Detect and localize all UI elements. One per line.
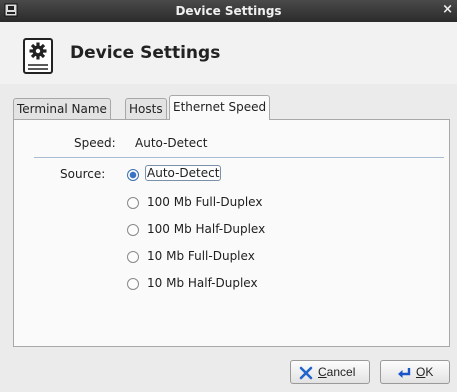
radio-unselected-icon[interactable] [127,251,139,263]
window-titlebar: Device Settings × [0,0,457,22]
radio-label[interactable]: 10 Mb Full-Duplex [145,248,257,264]
tab-ethernet-speed[interactable]: Ethernet Speed [169,95,271,120]
ethernet-speed-panel: Speed: Auto-Detect Source: Auto-Detect 1… [13,119,450,347]
speed-label: Speed: [74,136,116,150]
radio-unselected-icon[interactable] [127,224,139,236]
dialog-header: Device Settings [0,22,457,84]
window-title: Device Settings [175,4,282,18]
radio-label[interactable]: Auto-Detect [145,165,222,181]
tab-hosts[interactable]: Hosts [125,98,167,119]
radio-label[interactable]: 100 Mb Half-Duplex [145,221,267,237]
cancel-label-rest: ancel [326,365,356,379]
ok-label: OK [416,365,433,379]
ok-button[interactable]: OK [380,360,450,384]
radio-selected-icon[interactable] [127,169,139,181]
ok-mnemonic: O [416,365,426,379]
close-icon[interactable]: × [442,2,453,17]
speed-value: Auto-Detect [135,136,208,150]
cancel-button[interactable]: Cancel [290,360,370,384]
cancel-x-icon [299,366,313,380]
source-label: Source: [60,167,106,181]
cancel-label: Cancel [318,365,355,379]
radio-unselected-icon[interactable] [127,197,139,209]
radio-label[interactable]: 10 Mb Half-Duplex [145,275,260,291]
ok-label-rest: K [425,365,434,379]
radio-label[interactable]: 100 Mb Full-Duplex [145,194,264,210]
gear-document-icon [23,38,53,74]
cancel-mnemonic: C [318,365,327,379]
divider [34,157,444,158]
return-arrow-icon [398,368,411,378]
radio-unselected-icon[interactable] [127,278,139,290]
tab-terminal-name[interactable]: Terminal Name [13,98,111,119]
dialog-heading: Device Settings [70,43,221,63]
